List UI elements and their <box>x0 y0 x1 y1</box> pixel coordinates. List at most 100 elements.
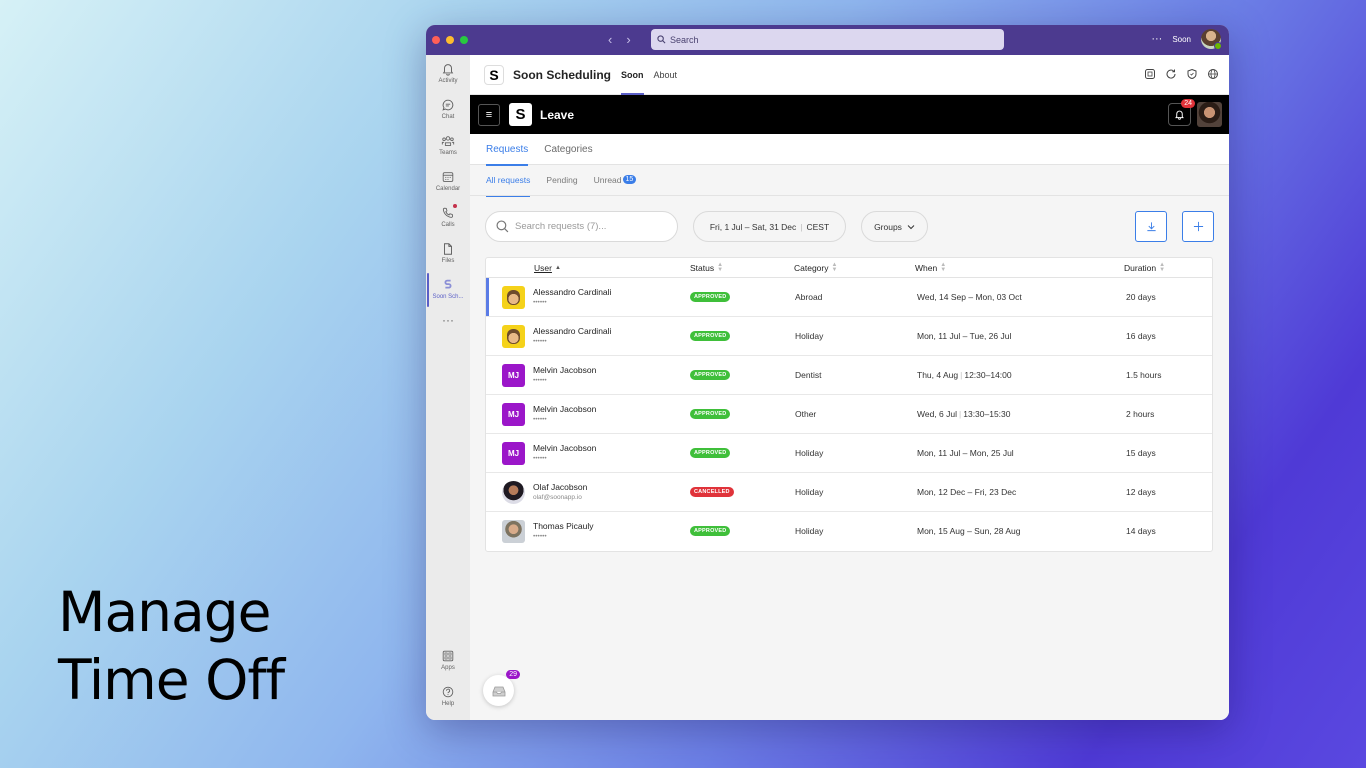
category-cell: Holiday <box>795 526 824 536</box>
user-avatar <box>502 286 525 309</box>
category-cell: Abroad <box>795 292 823 302</box>
account-avatar[interactable] <box>1201 29 1222 50</box>
download-button[interactable] <box>1135 211 1167 242</box>
when-time: 13:30–15:30 <box>963 409 1011 419</box>
when-separator: | <box>959 409 962 419</box>
user-name: Melvin Jacobson <box>533 404 597 414</box>
popout-icon[interactable] <box>1144 68 1156 80</box>
tab-all-requests[interactable]: All requests <box>486 165 531 197</box>
rail-item-calendar[interactable]: Calendar <box>426 163 470 199</box>
table-row[interactable]: Thomas Picauly •••••• APPROVED Holiday M… <box>486 512 1212 551</box>
main-tabs: Requests Categories <box>470 134 1229 166</box>
bell-icon <box>1175 110 1184 120</box>
status-badge: APPROVED <box>690 370 731 380</box>
tab-pending[interactable]: Pending <box>546 165 577 196</box>
status-badge: APPROVED <box>690 409 731 419</box>
column-header-user[interactable]: User ▲ <box>534 263 561 273</box>
search-requests-input[interactable]: Search requests (7)... <box>485 211 678 242</box>
filter-tabs: All requests Pending Unread 15 <box>470 165 1229 197</box>
sort-icon: ▲ ▼ <box>717 262 724 273</box>
user-email: •••••• <box>533 377 547 384</box>
user-avatar <box>502 325 525 348</box>
forward-arrow-icon[interactable]: › <box>626 32 630 47</box>
shield-icon[interactable] <box>1186 68 1198 80</box>
add-request-button[interactable] <box>1182 211 1214 242</box>
rail-item-apps[interactable]: Apps <box>426 642 470 678</box>
tab-about[interactable]: About <box>654 55 678 95</box>
rail-item-chat[interactable]: Chat <box>426 91 470 127</box>
table-row[interactable]: MJ Melvin Jacobson •••••• APPROVED Denti… <box>486 356 1212 395</box>
global-search-input[interactable]: Search <box>651 29 1004 50</box>
sort-icon: ▲ ▼ <box>1159 262 1166 273</box>
app-rail: Activity Chat Teams Calendar Calls Files… <box>426 55 470 720</box>
rail-item-activity[interactable]: Activity <box>426 55 470 91</box>
column-when-label: When <box>915 263 938 273</box>
bell-icon <box>442 64 454 76</box>
duration-cell: 1.5 hours <box>1126 370 1162 380</box>
user-avatar: MJ <box>502 364 525 387</box>
duration-cell: 14 days <box>1126 526 1156 536</box>
user-avatar <box>502 481 525 504</box>
tab-soon[interactable]: Soon <box>621 55 644 95</box>
user-email: •••••• <box>533 338 547 345</box>
refresh-icon[interactable] <box>1165 68 1177 80</box>
chevron-down-icon <box>907 224 915 229</box>
leave-logo: S <box>509 103 532 126</box>
table-row[interactable]: MJ Melvin Jacobson •••••• APPROVED Other… <box>486 395 1212 434</box>
maximize-window-button[interactable] <box>460 36 468 44</box>
duration-cell: 20 days <box>1126 292 1156 302</box>
inbox-icon <box>492 686 505 696</box>
column-header-duration[interactable]: Duration ▲ ▼ <box>1124 262 1166 273</box>
category-cell: Holiday <box>795 487 824 497</box>
teams-window: ‹ › Search ··· Soon Activity Chat Teams … <box>426 25 1229 720</box>
when-time: 12:30–14:00 <box>964 370 1012 380</box>
rail-more-icon[interactable]: ··· <box>426 313 470 327</box>
rail-label-teams: Teams <box>439 150 457 156</box>
teams-icon <box>441 136 455 146</box>
leave-title: Leave <box>540 107 575 122</box>
date-range-picker[interactable]: Fri, 1 Jul – Sat, 31 Dec | CEST <box>693 211 846 242</box>
rail-item-help[interactable]: Help <box>426 678 470 714</box>
back-arrow-icon[interactable]: ‹ <box>608 32 612 47</box>
rail-item-calls[interactable]: Calls <box>426 199 470 235</box>
column-header-category[interactable]: Category ▲ ▼ <box>794 262 837 273</box>
hamburger-menu-button[interactable]: ≡ <box>478 103 500 126</box>
app-title: Soon Scheduling <box>513 67 611 82</box>
rail-bottom: Apps Help <box>426 642 470 714</box>
table-header: User ▲ Status ▲ ▼ Category ▲ ▼ When ▲ ▼ Duratio… <box>486 258 1212 278</box>
account-name[interactable]: Soon <box>1172 35 1191 44</box>
app-header-actions <box>1144 68 1219 80</box>
table-row[interactable]: Alessandro Cardinali •••••• APPROVED Hol… <box>486 317 1212 356</box>
table-row[interactable]: Alessandro Cardinali •••••• APPROVED Abr… <box>486 278 1212 317</box>
category-cell: Holiday <box>795 331 824 341</box>
rail-item-teams[interactable]: Teams <box>426 127 470 163</box>
minimize-window-button[interactable] <box>446 36 454 44</box>
rail-label-files: Files <box>441 258 455 264</box>
tagline-line-1: Manage <box>58 580 271 644</box>
user-name: Alessandro Cardinali <box>533 326 612 336</box>
tab-unread-label: Unread <box>593 175 622 185</box>
column-header-status[interactable]: Status ▲ ▼ <box>690 262 724 273</box>
more-options-icon[interactable]: ··· <box>1151 33 1162 45</box>
user-avatar[interactable] <box>1197 102 1222 127</box>
globe-icon[interactable] <box>1207 68 1219 80</box>
tab-requests[interactable]: Requests <box>486 134 529 166</box>
column-header-when[interactable]: When ▲ ▼ <box>915 262 946 273</box>
date-range-value: Fri, 1 Jul – Sat, 31 Dec <box>709 221 797 232</box>
duration-cell: 2 hours <box>1126 409 1155 419</box>
file-icon <box>444 243 452 255</box>
tab-categories[interactable]: Categories <box>544 134 592 165</box>
rail-item-files[interactable]: Files <box>426 235 470 271</box>
date-range-separator: | <box>800 221 803 232</box>
groups-dropdown[interactable]: Groups <box>861 211 928 242</box>
inbox-button[interactable]: 29 <box>483 670 520 706</box>
close-window-button[interactable] <box>432 36 440 44</box>
notifications-button[interactable]: 24 <box>1168 99 1195 126</box>
search-icon <box>657 35 666 44</box>
tab-unread[interactable]: Unread 15 <box>594 165 637 196</box>
table-row[interactable]: Olaf Jacobson olaf@soonapp.io CANCELLED … <box>486 473 1212 512</box>
rail-item-soon-scheduling[interactable]: Soon Sch... <box>426 271 470 307</box>
rail-label-chat: Chat <box>441 114 455 120</box>
notifications-badge: 24 <box>1181 99 1195 108</box>
table-row[interactable]: MJ Melvin Jacobson •••••• APPROVED Holid… <box>486 434 1212 473</box>
